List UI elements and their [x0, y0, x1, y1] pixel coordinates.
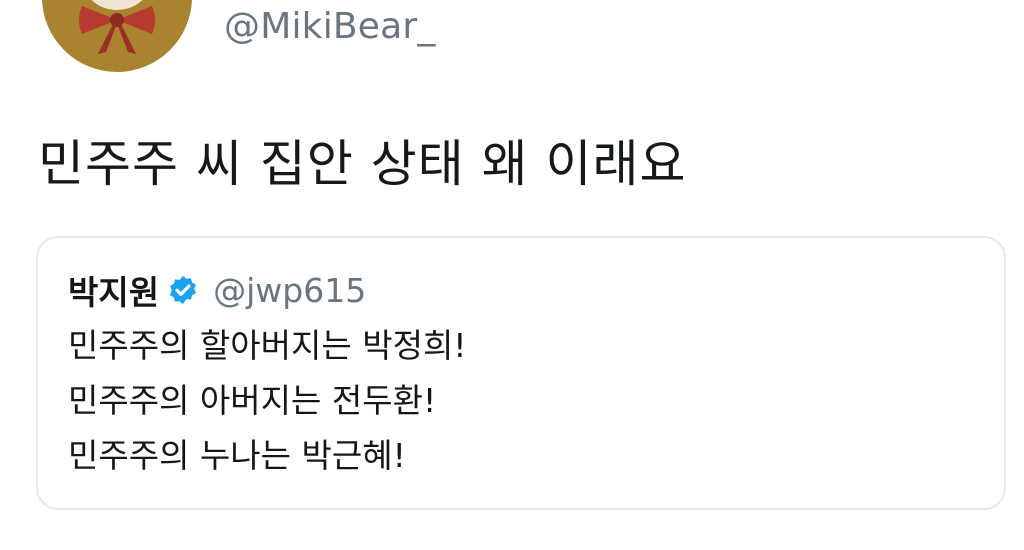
quoted-author-handle[interactable]: @jwp615	[213, 271, 366, 310]
tweet-screenshot: @MikiBear_ 민주주 씨 집안 상태 왜 이래요 박지원 @jwp615…	[0, 0, 1024, 550]
tweet-text: 민주주 씨 집안 상태 왜 이래요	[38, 135, 687, 193]
author-handle[interactable]: @MikiBear_	[224, 6, 436, 47]
verified-badge-icon	[170, 276, 197, 304]
bear-with-bow-icon	[79, 0, 155, 54]
quoted-author-name[interactable]: 박지원	[68, 266, 159, 314]
quoted-tweet-text: 민주주의 할아버지는 박정희! 민주주의 아버지는 전두환! 민주주의 누나는 …	[68, 318, 467, 483]
quoted-tweet-line: 민주주의 할아버지는 박정희!	[68, 326, 467, 365]
quoted-tweet-line: 민주주의 아버지는 전두환!	[68, 381, 437, 420]
quoted-tweet-header: 박지원 @jwp615	[68, 266, 366, 314]
quoted-tweet-card[interactable]: 박지원 @jwp615 민주주의 할아버지는 박정희! 민주주의 아버지는 전두…	[36, 236, 1006, 510]
quoted-tweet-line: 민주주의 누나는 박근혜!	[68, 436, 406, 475]
avatar[interactable]	[42, 0, 192, 72]
